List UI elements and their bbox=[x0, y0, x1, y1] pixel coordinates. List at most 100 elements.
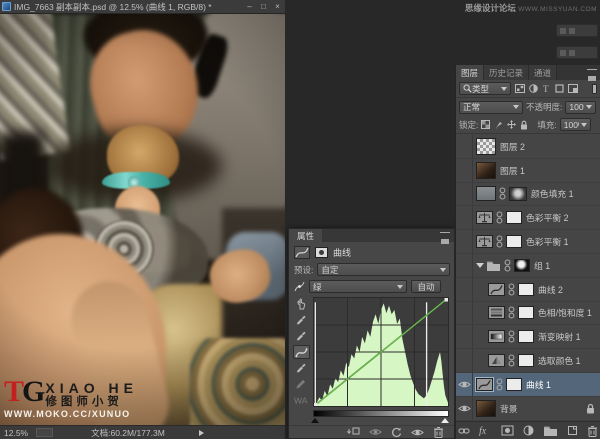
layer-thumbnail[interactable] bbox=[476, 211, 493, 224]
layer-row[interactable]: 色彩平衡 1 bbox=[456, 230, 600, 254]
white-point-eyedropper-icon[interactable] bbox=[293, 361, 310, 375]
mask-link-icon[interactable] bbox=[496, 211, 503, 224]
mask-chip-icon[interactable] bbox=[315, 247, 328, 258]
tab-channels[interactable]: 通道 bbox=[529, 65, 557, 80]
layer-row[interactable]: 图层 1 bbox=[456, 159, 600, 183]
layer-thumbnail[interactable] bbox=[476, 162, 496, 179]
curve-point-edit-icon[interactable] bbox=[293, 345, 310, 359]
status-expand-arrow-icon[interactable] bbox=[199, 430, 204, 436]
blend-mode-select[interactable]: 正常 bbox=[459, 101, 523, 114]
targeted-adjustment-tool-icon[interactable] bbox=[293, 297, 310, 311]
layer-thumbnail[interactable] bbox=[488, 283, 505, 296]
close-button[interactable]: × bbox=[272, 0, 283, 13]
collapsed-panel[interactable] bbox=[556, 46, 598, 59]
layer-row[interactable]: 曲线 2 bbox=[456, 278, 600, 302]
mask-link-icon[interactable] bbox=[504, 259, 511, 272]
mask-link-icon[interactable] bbox=[508, 330, 515, 343]
layer-mask-thumbnail[interactable] bbox=[506, 378, 522, 391]
minimize-button[interactable]: – bbox=[244, 0, 255, 13]
lock-transparent-icon[interactable] bbox=[481, 120, 490, 129]
adjustment-layer-filter-icon[interactable] bbox=[529, 84, 538, 93]
visibility-toggle[interactable] bbox=[456, 206, 473, 229]
channel-select[interactable]: 绿 bbox=[309, 280, 407, 293]
tab-properties[interactable]: 属性 bbox=[289, 229, 322, 242]
visibility-toggle[interactable] bbox=[456, 254, 473, 277]
fill-select[interactable]: 100% bbox=[560, 118, 591, 131]
layer-row[interactable]: 色相/饱和度 1 bbox=[456, 302, 600, 326]
visibility-toggle[interactable] bbox=[456, 397, 473, 420]
black-point-eyedropper-icon[interactable] bbox=[293, 313, 310, 327]
layer-mask-thumbnail[interactable] bbox=[514, 259, 530, 272]
mask-link-icon[interactable] bbox=[508, 306, 515, 319]
layer-mask-thumbnail[interactable] bbox=[518, 354, 534, 367]
reset-icon[interactable] bbox=[391, 427, 402, 438]
black-point-slider[interactable] bbox=[311, 418, 319, 423]
layer-row[interactable]: 背景 bbox=[456, 397, 600, 421]
filter-type-select[interactable]: 类型 bbox=[459, 82, 511, 95]
new-group-icon[interactable] bbox=[543, 425, 558, 436]
mask-link-icon[interactable] bbox=[496, 235, 503, 248]
link-layers-icon[interactable] bbox=[458, 426, 470, 436]
visibility-toggle[interactable] bbox=[456, 183, 473, 206]
auto-button[interactable]: 自动 bbox=[411, 280, 441, 293]
add-layer-mask-icon[interactable] bbox=[501, 425, 514, 436]
visibility-toggle[interactable] bbox=[456, 135, 473, 158]
layer-style-fx-icon[interactable]: fx bbox=[479, 425, 492, 436]
layer-thumbnail[interactable] bbox=[476, 235, 493, 248]
visibility-toggle[interactable] bbox=[456, 302, 473, 325]
layer-mask-thumbnail[interactable] bbox=[506, 235, 522, 248]
layer-mask-thumbnail[interactable] bbox=[518, 306, 534, 319]
shape-layer-filter-icon[interactable] bbox=[555, 84, 564, 93]
type-layer-filter-icon[interactable]: T bbox=[542, 84, 551, 93]
visibility-toggle[interactable] bbox=[456, 349, 473, 372]
lock-move-icon[interactable] bbox=[507, 120, 516, 129]
layer-thumbnail[interactable] bbox=[488, 330, 505, 343]
visibility-icon[interactable] bbox=[411, 428, 424, 437]
visibility-toggle[interactable] bbox=[456, 159, 473, 182]
gray-point-eyedropper-icon[interactable] bbox=[293, 329, 310, 343]
lock-paint-icon[interactable] bbox=[494, 120, 503, 130]
toggle-previous-state-icon[interactable] bbox=[369, 427, 382, 437]
panel-menu-icon[interactable] bbox=[440, 232, 450, 239]
status-field[interactable] bbox=[36, 428, 53, 437]
mask-link-icon[interactable] bbox=[508, 354, 515, 367]
pixel-layer-filter-icon[interactable] bbox=[515, 84, 525, 93]
tab-history[interactable]: 历史记录 bbox=[484, 65, 529, 80]
layer-row[interactable]: 渐变映射 1 bbox=[456, 325, 600, 349]
layer-thumbnail[interactable] bbox=[476, 378, 493, 391]
maximize-button[interactable]: □ bbox=[258, 0, 269, 13]
layer-mask-thumbnail[interactable] bbox=[518, 330, 534, 343]
layer-row[interactable]: 选取颜色 1 bbox=[456, 349, 600, 373]
collapsed-panel[interactable] bbox=[556, 24, 598, 37]
layer-thumbnail[interactable] bbox=[476, 186, 496, 201]
smooth-curve-icon[interactable]: WA bbox=[293, 393, 310, 407]
layer-mask-thumbnail[interactable] bbox=[509, 187, 527, 201]
delete-icon[interactable] bbox=[433, 426, 444, 438]
clip-to-layer-icon[interactable] bbox=[347, 427, 360, 438]
visibility-toggle[interactable] bbox=[456, 278, 473, 301]
mask-link-icon[interactable] bbox=[496, 378, 503, 391]
smart-object-filter-icon[interactable] bbox=[568, 84, 578, 93]
pencil-draw-curve-icon[interactable] bbox=[293, 377, 310, 391]
mask-link-icon[interactable] bbox=[508, 283, 515, 296]
filter-toggle[interactable] bbox=[592, 84, 597, 94]
preset-select[interactable]: 自定 bbox=[317, 263, 450, 276]
curves-histogram-grid[interactable] bbox=[313, 297, 449, 407]
layer-thumbnail[interactable] bbox=[488, 306, 505, 319]
visibility-toggle[interactable] bbox=[456, 325, 473, 348]
zoom-level[interactable]: 12.5% bbox=[4, 428, 28, 438]
new-adjustment-layer-icon[interactable] bbox=[523, 425, 534, 436]
layer-mask-thumbnail[interactable] bbox=[518, 283, 534, 296]
layer-thumbnail[interactable] bbox=[476, 138, 496, 155]
layer-row[interactable]: 颜色填充 1 bbox=[456, 183, 600, 207]
layer-row[interactable]: 色彩平衡 2 bbox=[456, 206, 600, 230]
layer-mask-thumbnail[interactable] bbox=[506, 211, 522, 224]
visibility-toggle[interactable] bbox=[456, 230, 473, 253]
new-layer-icon[interactable] bbox=[567, 425, 578, 436]
image-canvas[interactable]: TGXIAO HE修图师小贺 WWW.MOKO.CC/XUNUO bbox=[0, 14, 285, 425]
visibility-toggle[interactable] bbox=[456, 373, 473, 396]
layer-thumbnail[interactable] bbox=[476, 400, 496, 417]
layer-thumbnail[interactable] bbox=[488, 354, 505, 367]
tab-layers[interactable]: 图层 bbox=[456, 65, 484, 80]
mask-link-icon[interactable] bbox=[499, 187, 506, 200]
